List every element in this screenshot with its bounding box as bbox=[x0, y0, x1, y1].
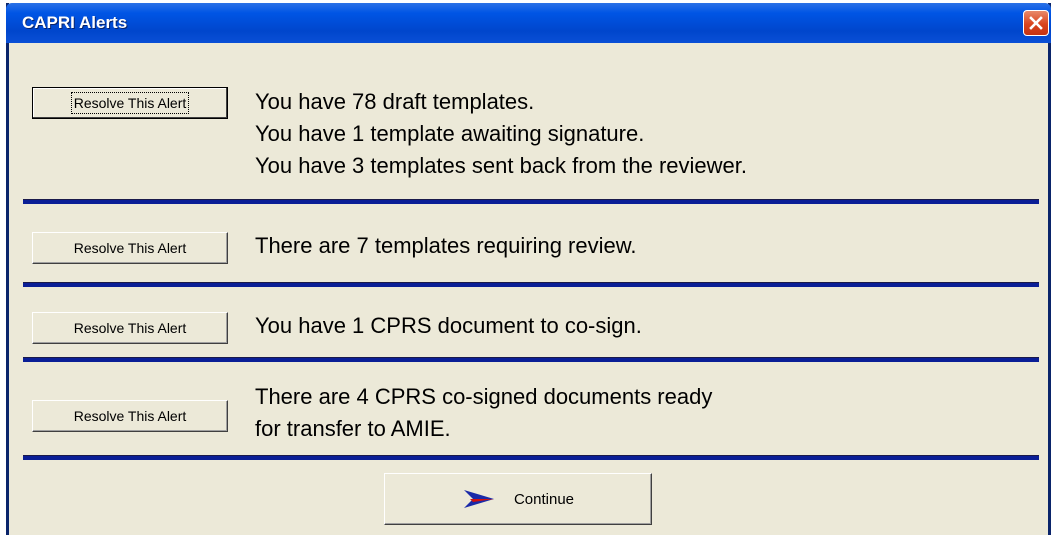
alert-message-2: There are 7 templates requiring review. bbox=[255, 230, 637, 262]
resolve-alert-button-2[interactable]: Resolve This Alert bbox=[32, 232, 228, 264]
separator-1 bbox=[23, 199, 1039, 204]
resolve-alert-button-label: Resolve This Alert bbox=[70, 92, 190, 114]
separator-4 bbox=[23, 455, 1039, 460]
alert-line: You have 78 draft templates. bbox=[255, 89, 535, 114]
arrow-right-icon bbox=[463, 490, 494, 508]
resolve-alert-button-4[interactable]: Resolve This Alert bbox=[32, 400, 228, 432]
alert-line: There are 7 templates requiring review. bbox=[255, 233, 637, 258]
alert-line: There are 4 CPRS co-signed documents rea… bbox=[255, 384, 713, 409]
alert-message-3: You have 1 CPRS document to co-sign. bbox=[255, 310, 642, 342]
alert-line: You have 1 template awaiting signature. bbox=[255, 121, 645, 146]
resolve-alert-button-1[interactable]: Resolve This Alert bbox=[32, 87, 228, 119]
title-bar[interactable]: CAPRI Alerts bbox=[6, 3, 1051, 43]
resolve-alert-button-label: Resolve This Alert bbox=[73, 320, 187, 336]
resolve-alert-button-label: Resolve This Alert bbox=[73, 408, 187, 424]
continue-button[interactable]: Continue bbox=[384, 473, 652, 525]
separator-3 bbox=[23, 357, 1039, 362]
resolve-alert-button-label: Resolve This Alert bbox=[73, 240, 187, 256]
window-title: CAPRI Alerts bbox=[22, 13, 128, 32]
alert-line: for transfer to AMIE. bbox=[255, 416, 451, 441]
continue-button-label: Continue bbox=[513, 490, 575, 508]
alert-message-1: You have 78 draft templates. You have 1 … bbox=[255, 86, 747, 182]
capri-alerts-window: CAPRI Alerts Resolve This Alert You have… bbox=[6, 3, 1051, 535]
alert-line: You have 1 CPRS document to co-sign. bbox=[255, 313, 642, 338]
resolve-alert-button-3[interactable]: Resolve This Alert bbox=[32, 312, 228, 344]
alert-line: You have 3 templates sent back from the … bbox=[255, 153, 748, 178]
alert-message-4: There are 4 CPRS co-signed documents rea… bbox=[255, 381, 712, 445]
close-button[interactable] bbox=[1023, 10, 1049, 36]
separator-2 bbox=[23, 282, 1039, 287]
close-icon bbox=[1029, 16, 1043, 30]
